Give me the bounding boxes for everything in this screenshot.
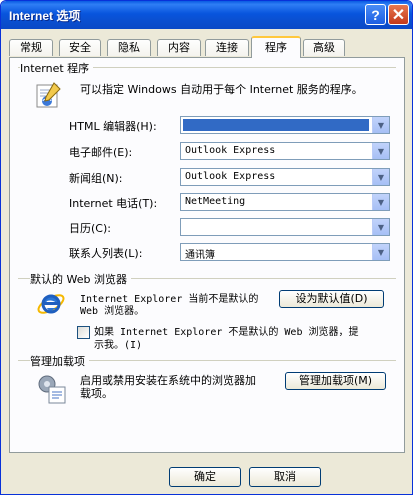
prompt-default-line2: 示我。(I) [94,340,143,351]
addons-group-label: 管理加载项 [30,353,89,369]
help-button[interactable]: ? [365,4,386,25]
programs-description: 可以指定 Windows 自动用于每个 Internet 服务的程序。 [80,83,363,96]
tab-security[interactable]: 安全 [59,39,101,56]
calendar-select[interactable]: ▼ [180,218,390,236]
set-default-button[interactable]: 设为默认值(D) [279,290,384,308]
title-bar[interactable]: Internet 选项 ? ✕ [1,1,412,29]
email-value: Outlook Express [185,145,276,156]
chevron-down-icon[interactable]: ▼ [372,244,389,260]
ok-button[interactable]: 确定 [169,467,241,487]
email-label: 电子邮件(E): [69,146,133,159]
chevron-down-icon[interactable]: ▼ [372,219,389,235]
tab-general[interactable]: 常规 [9,39,53,56]
chevron-down-icon[interactable]: ▼ [372,169,389,185]
addons-desc-line2: 载项。 [80,387,113,400]
newsgroups-select[interactable]: Outlook Express ▼ [180,168,390,186]
chevron-down-icon[interactable]: ▼ [372,117,389,133]
internet-call-select[interactable]: NetMeeting ▼ [180,193,390,211]
internet-options-window: Internet 选项 ? ✕ 常规 安全 隐私 内容 连接 程序 高级 Int… [0,0,413,495]
contacts-value: 通讯簿 [185,250,215,261]
browser-group-label: 默认的 Web 浏览器 [30,271,131,287]
tab-privacy[interactable]: 隐私 [107,39,151,56]
manage-addons-button[interactable]: 管理加载项(M) [285,372,386,390]
chevron-down-icon[interactable]: ▼ [372,143,389,159]
tab-content[interactable]: 内容 [157,39,201,56]
browser-status-line2: Web 浏览器。 [80,306,145,317]
addons-desc-line1: 启用或禁用安装在系统中的浏览器加 [80,374,256,387]
tab-connections[interactable]: 连接 [205,39,249,56]
newsgroups-value: Outlook Express [185,171,276,182]
cancel-button[interactable]: 取消 [249,467,321,487]
internet-call-value: NetMeeting [185,196,246,207]
programs-icon [36,82,61,108]
newsgroups-label: 新闻组(N): [69,172,123,185]
prompt-default-line1: 如果 Internet Explorer 不是默认的 Web 浏览器，提 [94,327,359,338]
contacts-select[interactable]: 通讯簿 ▼ [180,243,390,261]
html-editor-selection-highlight [183,119,369,131]
email-select[interactable]: Outlook Express ▼ [180,142,390,160]
chevron-down-icon[interactable]: ▼ [372,194,389,210]
tab-advanced[interactable]: 高级 [303,39,345,56]
window-title: Internet 选项 [9,9,81,23]
programs-group-label: Internet 程序 [20,60,94,76]
html-editor-label: HTML 编辑器(H): [69,120,157,133]
calendar-label: 日历(C): [69,222,111,235]
contacts-label: 联系人列表(L): [69,247,143,260]
internet-call-label: Internet 电话(T): [69,197,158,210]
programs-panel: Internet 程序 可以指定 Windows 自动用于每个 Internet… [9,57,405,453]
tab-programs[interactable]: 程序 [251,36,301,58]
internet-explorer-icon [37,294,65,314]
prompt-default-checkbox[interactable] [77,326,90,339]
close-button[interactable]: ✕ [388,4,409,25]
addons-icon [38,375,66,404]
html-editor-select[interactable]: ▼ [180,116,390,134]
